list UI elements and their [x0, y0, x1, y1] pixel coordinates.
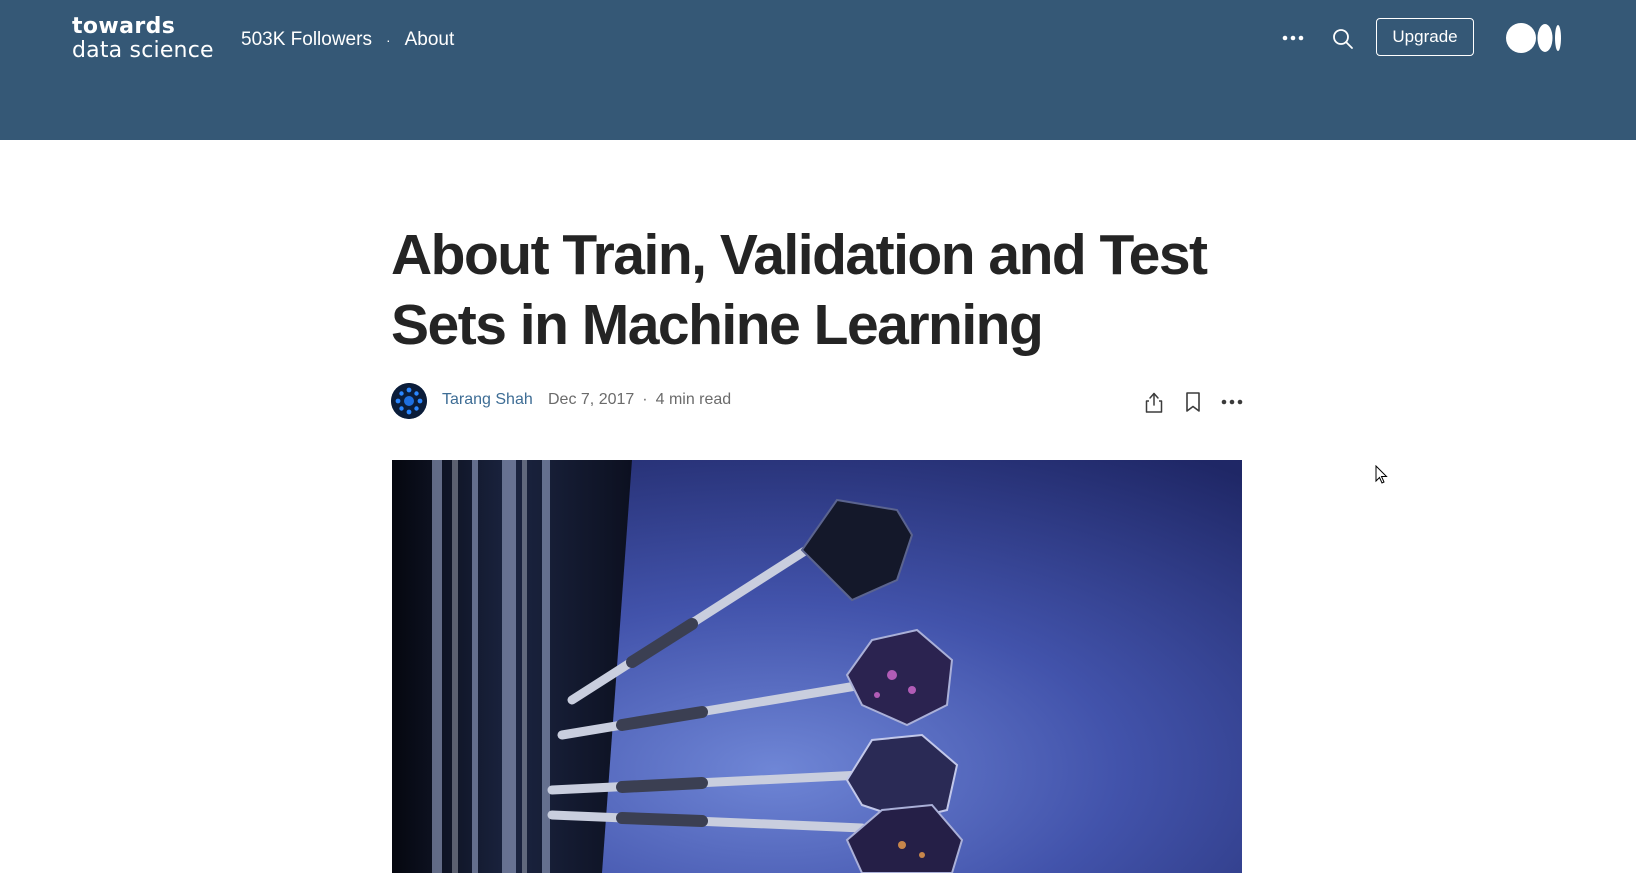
article-header: About Train, Validation and Test Sets in… [391, 220, 1241, 360]
publication-logo[interactable]: towards data science [72, 16, 214, 62]
publish-date: Dec 7, 2017 [548, 391, 635, 408]
mouse-cursor-icon [1375, 464, 1389, 485]
nav-separator: · [385, 32, 391, 48]
author-avatar[interactable] [391, 383, 427, 419]
author-name-link[interactable]: Tarang Shah [442, 391, 533, 409]
publication-nav: 503K Followers · About [241, 28, 454, 52]
followers-link[interactable]: 503K Followers [241, 29, 372, 51]
more-dots-icon[interactable] [1219, 389, 1245, 415]
logo-line-2: data science [72, 38, 214, 63]
search-icon[interactable] [1330, 26, 1356, 52]
logo-line-1: towards [72, 14, 176, 39]
publication-header: towards data science 503K Followers · Ab… [0, 0, 1636, 140]
medium-logo-icon[interactable] [1505, 22, 1563, 54]
article-title: About Train, Validation and Test Sets in… [391, 223, 1208, 357]
read-time: 4 min read [655, 391, 732, 408]
share-icon[interactable] [1141, 389, 1167, 415]
about-link[interactable]: About [405, 29, 455, 51]
more-dots-icon[interactable] [1280, 26, 1306, 50]
meta-separator: · [642, 391, 648, 408]
article-byline: Tarang Shah Dec 7, 2017 · 4 min read [391, 383, 1243, 419]
darts-in-dartboard-image [392, 460, 1242, 873]
upgrade-button[interactable]: Upgrade [1376, 18, 1474, 56]
article-meta: Dec 7, 2017 · 4 min read [548, 391, 731, 409]
bookmark-icon[interactable] [1180, 389, 1206, 415]
